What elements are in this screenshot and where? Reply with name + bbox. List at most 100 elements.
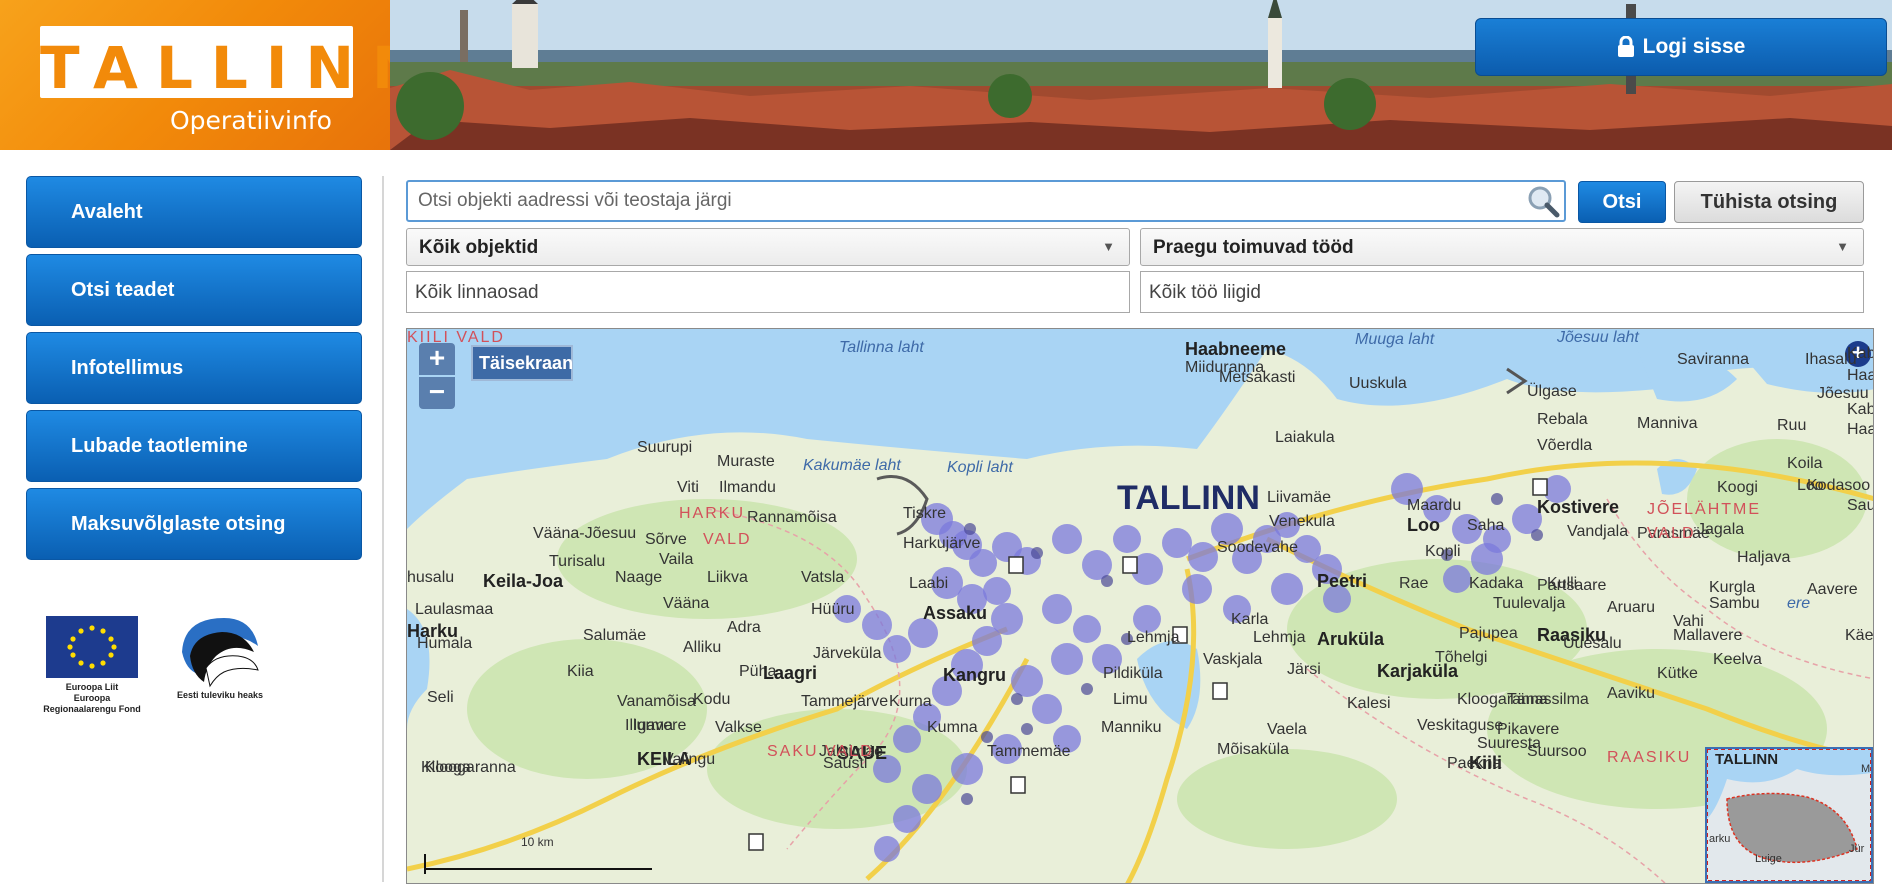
login-button[interactable]: Logi sisse bbox=[1475, 18, 1887, 76]
minimap-city-label: TALLINN bbox=[1715, 751, 1779, 768]
map-place-label: Koila bbox=[1787, 455, 1823, 472]
sidebar-item-infotellimus[interactable]: Infotellimus bbox=[26, 332, 362, 404]
map-place-label: Sõrve bbox=[645, 531, 687, 548]
map-place-label: Haljava bbox=[1737, 549, 1791, 566]
map-place-label: Keila-Joa bbox=[483, 571, 564, 591]
map-place-label: Suursoo bbox=[1527, 743, 1587, 760]
map-place-label: KIILI VALD bbox=[407, 329, 505, 346]
works-select[interactable]: Praegu toimuvad tööd ▼ bbox=[1140, 228, 1864, 266]
map-place-label: Lehmja bbox=[1127, 629, 1180, 646]
map-place-label: Vääna-Jõesuu bbox=[533, 525, 637, 542]
chevron-down-icon: ▼ bbox=[1102, 239, 1115, 254]
map-place-label: Laulasmaa bbox=[415, 601, 494, 618]
fullscreen-button[interactable]: Täisekraan bbox=[471, 345, 573, 381]
map-place-label: Keelva bbox=[1713, 651, 1762, 668]
map-view[interactable]: + − Täisekraan + Tallinna laht Haabneeme M… bbox=[406, 328, 1874, 884]
map-place-label: Adra bbox=[727, 619, 761, 636]
search-input[interactable] bbox=[406, 180, 1566, 222]
map-place-label: Kostivere bbox=[1537, 497, 1620, 517]
map-place-label: Haabneeme bbox=[1185, 339, 1287, 359]
minimap-label-a: arku bbox=[1709, 833, 1731, 845]
map-place-label: Vanamõisa bbox=[617, 693, 696, 710]
map-place-label: Tiskre bbox=[903, 505, 946, 522]
map-place-label: TALLINN bbox=[1117, 479, 1260, 517]
zoom-in-button[interactable]: + bbox=[419, 343, 455, 375]
map-place-label: Mõisaküla bbox=[1217, 741, 1290, 758]
logo-wordmark: TALLINN bbox=[40, 26, 421, 102]
map-place-label: ere bbox=[1787, 595, 1811, 612]
objects-select[interactable]: Kõik objektid ▼ bbox=[406, 228, 1130, 266]
objects-select-value: Kõik objektid bbox=[419, 237, 539, 258]
map-place-label: Peetri bbox=[1317, 571, 1368, 591]
map-place-label: Soodevahe bbox=[1217, 539, 1298, 556]
map-place-label: Manniva bbox=[1637, 415, 1698, 432]
eu-caption: Euroopa Liit Euroopa Regionaalarengu Fon… bbox=[43, 682, 141, 714]
map-place-label: Seli bbox=[427, 689, 454, 706]
clear-search-button[interactable]: Tühista otsing bbox=[1674, 181, 1864, 223]
page-header: TALLINN Operatiivinfo Logi sisse bbox=[0, 0, 1892, 150]
sidebar-item-maksuvolglaste-otsing[interactable]: Maksuvõlglaste otsing bbox=[26, 488, 362, 560]
map-place-label: Vaela bbox=[1267, 721, 1307, 738]
map-place-label: Valingu bbox=[663, 751, 716, 768]
minimap-label-b: Luige bbox=[1755, 853, 1782, 865]
map-place-label: Assaku bbox=[923, 603, 988, 623]
works-select-value: Praegu toimuvad tööd bbox=[1153, 237, 1354, 258]
sidebar-item-lubade-taotlemine[interactable]: Lubade taotlemine bbox=[26, 410, 362, 482]
map-place-label: Tänassilma bbox=[1507, 691, 1589, 708]
map-place-label: Hüüru bbox=[811, 601, 855, 618]
map-place-label: Salumäe bbox=[583, 627, 647, 644]
map-place-label: Kumna bbox=[927, 719, 978, 736]
map-place-label: Rae bbox=[1399, 575, 1429, 592]
map-place-label: Järveküla bbox=[813, 645, 882, 662]
estonia-caption: Eesti tuleviku heaks bbox=[176, 690, 264, 700]
map-place-label: Illurma bbox=[625, 717, 674, 734]
map-place-label: Aruaru bbox=[1607, 599, 1656, 616]
map-place-label: Liivamäe bbox=[1267, 489, 1332, 506]
map-place-label: Rebala bbox=[1537, 411, 1588, 428]
work-types-field[interactable]: Kõik töö liigid bbox=[1140, 271, 1864, 313]
map-place-label: Uuskula bbox=[1349, 375, 1407, 392]
map-place-label: Kiia bbox=[567, 663, 594, 680]
map-place-label: Rannamõisa bbox=[747, 509, 837, 526]
zoom-out-button[interactable]: − bbox=[419, 377, 455, 409]
map-place-label: Saun bbox=[1847, 497, 1873, 514]
map-place-label: Pildiküla bbox=[1103, 665, 1163, 682]
minimap-canvas bbox=[1706, 748, 1872, 882]
search-submit-button[interactable]: Otsi bbox=[1578, 181, 1666, 223]
map-place-label: VALD bbox=[1647, 525, 1696, 542]
tallinn-logo[interactable]: TALLINN Operatiivinfo bbox=[0, 0, 421, 150]
map-place-label: VALD bbox=[703, 531, 752, 548]
map-place-label: Tallinna laht bbox=[839, 339, 924, 356]
map-place-label: Klooga bbox=[421, 759, 471, 776]
content-divider bbox=[382, 176, 384, 882]
map-place-label: Sambu bbox=[1709, 595, 1760, 612]
minimap-label-c: Jür bbox=[1849, 843, 1865, 855]
sidebar-item-otsi-teadet[interactable]: Otsi teadet bbox=[26, 254, 362, 326]
sidebar-item-avaleht[interactable]: Avaleht bbox=[26, 176, 362, 248]
search-icon[interactable] bbox=[1526, 184, 1560, 218]
map-place-label: Käesalu bbox=[1845, 627, 1874, 644]
map-place-label: Liikva bbox=[707, 569, 748, 586]
estonia-future-logo bbox=[182, 618, 259, 688]
map-place-label: Valkse bbox=[715, 719, 762, 736]
map-place-label: Laagri bbox=[763, 663, 818, 683]
map-place-label: Saviranna bbox=[1677, 351, 1750, 368]
map-place-label: Pajupea bbox=[1459, 625, 1518, 642]
map-place-label: Vatsla bbox=[801, 569, 845, 586]
eu-flag-logo bbox=[46, 616, 138, 678]
districts-field[interactable]: Kõik linnaosad bbox=[406, 271, 1130, 313]
map-place-label: Vaskjala bbox=[1203, 651, 1263, 668]
minimap-label-d: M bbox=[1861, 763, 1871, 775]
map-place-label: Viti bbox=[677, 479, 699, 496]
login-label: Logi sisse bbox=[1642, 35, 1746, 58]
map-place-label: Koogi bbox=[1717, 479, 1758, 496]
eu-stars-icon bbox=[67, 625, 117, 669]
map-place-label: Limu bbox=[1113, 691, 1148, 708]
overview-minimap[interactable]: TALLINN arku Luige Jür M bbox=[1705, 747, 1873, 883]
map-place-label: Kalesi bbox=[1347, 695, 1391, 712]
map-place-label: Aaviku bbox=[1607, 685, 1656, 702]
lock-icon bbox=[1617, 36, 1634, 57]
map-place-label: Uuesalu bbox=[1563, 635, 1622, 652]
map-place-label: Paekna bbox=[1447, 755, 1502, 772]
map-place-label: Karjaküla bbox=[1377, 661, 1459, 681]
